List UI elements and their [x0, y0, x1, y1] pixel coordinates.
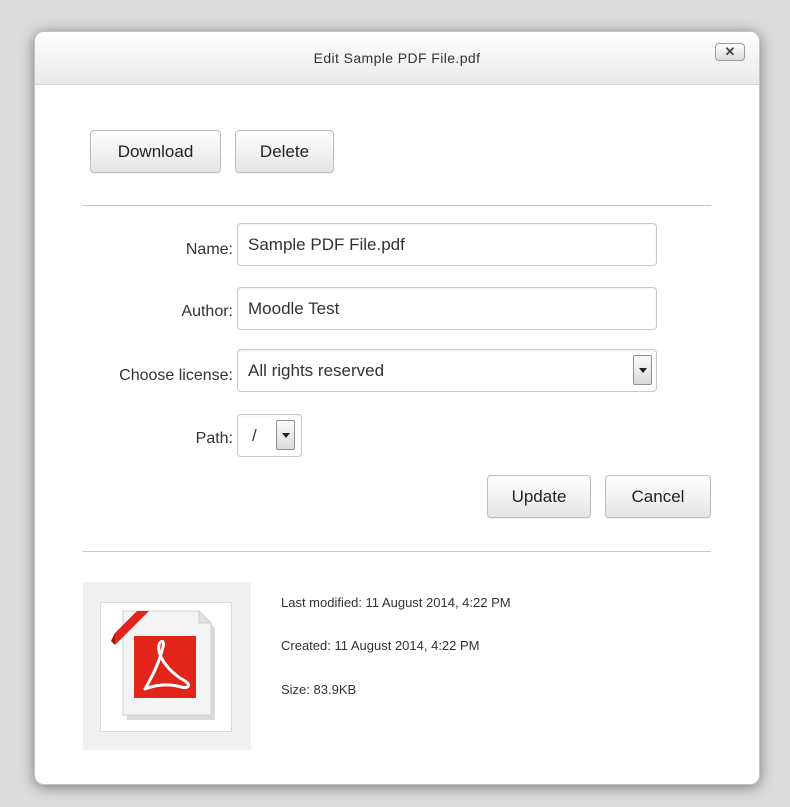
update-button[interactable]: Update [487, 475, 591, 518]
chevron-down-icon[interactable] [276, 420, 295, 450]
path-label: Path: [195, 430, 233, 447]
license-select[interactable]: All rights reserved [237, 349, 657, 392]
path-selected-value: / [252, 426, 257, 445]
file-thumbnail [83, 582, 251, 750]
chevron-down-icon[interactable] [633, 355, 652, 385]
size-text: Size: 83.9KB [281, 682, 357, 697]
name-label: Name: [185, 241, 233, 258]
license-label: Choose license: [119, 367, 233, 384]
bottom-divider [83, 551, 711, 552]
license-selected-value: All rights reserved [248, 361, 385, 380]
edit-file-dialog: Edit Sample PDF File.pdf ✕ Download Dele… [34, 31, 760, 785]
author-input[interactable]: Moodle Test [237, 287, 657, 330]
last-modified-text: Last modified: 11 August 2014, 4:22 PM [281, 595, 511, 610]
dialog-titlebar: Edit Sample PDF File.pdf ✕ [35, 32, 759, 85]
path-select[interactable]: / [237, 414, 302, 457]
dialog-title: Edit Sample PDF File.pdf [313, 50, 481, 66]
download-button[interactable]: Download [90, 130, 221, 173]
cancel-button[interactable]: Cancel [605, 475, 711, 518]
close-icon: ✕ [724, 44, 736, 59]
top-divider [83, 205, 711, 206]
name-input[interactable]: Sample PDF File.pdf [237, 223, 657, 266]
delete-button[interactable]: Delete [235, 130, 334, 173]
close-button[interactable]: ✕ [715, 43, 745, 61]
pdf-file-icon [111, 609, 215, 720]
author-label: Author: [181, 303, 233, 320]
thumbnail-frame [100, 602, 232, 732]
created-text: Created: 11 August 2014, 4:22 PM [281, 638, 480, 653]
